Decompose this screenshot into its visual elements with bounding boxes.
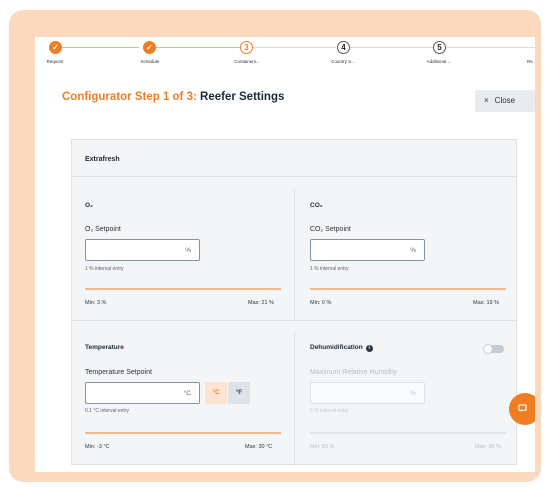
temperature-unit: °C [183,390,191,397]
o2-max: Max: 21 % [248,300,274,306]
page-title: Configurator Step 1 of 3: Reefer Setting… [62,91,284,103]
temperature-max: Max: 30 °C [245,444,273,450]
chat-icon [518,404,527,413]
humidity-input[interactable]: % [310,382,425,404]
divider [72,320,516,321]
temperature-setpoint-input[interactable]: °C [85,382,200,404]
humidity-hint: 5 % interval entry [310,408,349,414]
step-connector [156,47,240,48]
temperature-range-line [85,432,281,434]
co2-hint: 1 % interval entry [310,266,349,272]
humidity-label: Maximum Relative Humidity [310,369,397,376]
dehumidification-section-title: Dehumidification i [310,344,373,352]
celsius-toggle[interactable]: °C [205,382,227,404]
step-connector [56,47,139,48]
info-icon[interactable]: i [365,345,373,352]
step-connector [347,47,435,48]
humidity-unit: % [410,390,416,397]
o2-setpoint-input[interactable]: % [85,239,200,261]
step-2-check-icon[interactable]: ✓ [143,41,156,54]
temperature-hint: 0.1 °C interval entry [85,408,129,414]
dehumidification-toggle[interactable] [483,344,504,354]
step-connector [253,47,336,48]
step-2-label: Schedule [140,59,160,64]
step-3-number[interactable]: 3 [240,41,253,54]
step-5-label: Additional ... [426,59,452,64]
o2-section-title: O₂ [85,202,93,209]
co2-setpoint-label: CO₂ Setpoint [310,226,351,233]
o2-setpoint-label: O₂ Setpoint [85,226,121,233]
step-4-label: Country S... [331,59,355,64]
step-6-label: Re [527,59,533,64]
humidity-max: Max: 95 % [475,444,501,450]
toggle-knob [483,344,493,354]
co2-max: Max: 19 % [473,300,499,306]
co2-unit: % [410,247,416,254]
co2-setpoint-input[interactable]: % [310,239,425,261]
dehumidification-title: Dehumidification [310,344,363,351]
step-5-number[interactable]: 5 [433,41,446,54]
divider [294,190,295,320]
progress-stepper: ✓ Request ✓ Schedule 3 Containers... 4 C… [35,37,535,65]
card-title: Extrafresh [85,156,120,163]
fahrenheit-toggle[interactable]: °F [228,382,250,404]
co2-min: Min: 0 % [310,300,332,306]
temperature-section-title: Temperature [85,344,124,351]
chat-button[interactable] [509,393,535,425]
temperature-setpoint-label: Temperature Setpoint [85,369,152,376]
close-button-label: Close [494,96,516,105]
o2-range-line [85,288,281,290]
o2-hint: 1 % interval entry [85,266,124,272]
co2-section-title: CO₂ [310,202,323,209]
o2-min: Min: 3 % [85,300,107,306]
humidity-range-line [310,432,506,434]
close-icon: × [484,96,489,105]
extrafresh-card: Extrafresh O₂ O₂ Setpoint % 1 % interval… [71,139,517,466]
page-title-step: Configurator Step 1 of 3: [62,91,197,103]
step-3-label: Containers... [234,59,260,64]
humidity-min: Min: 65 % [310,444,335,450]
o2-unit: % [185,247,191,254]
page-title-main: Reefer Settings [200,91,285,103]
step-1-label: Request [46,59,64,64]
temperature-min: Min: -3 °C [85,444,110,450]
step-connector [445,47,535,48]
step-1-check-icon[interactable]: ✓ [49,41,62,54]
co2-range-line [310,288,506,290]
divider [72,176,516,177]
divider [294,332,295,466]
configurator-window: ✓ Request ✓ Schedule 3 Containers... 4 C… [35,37,535,472]
close-button[interactable]: × Close [475,90,535,112]
step-4-number[interactable]: 4 [337,41,350,54]
